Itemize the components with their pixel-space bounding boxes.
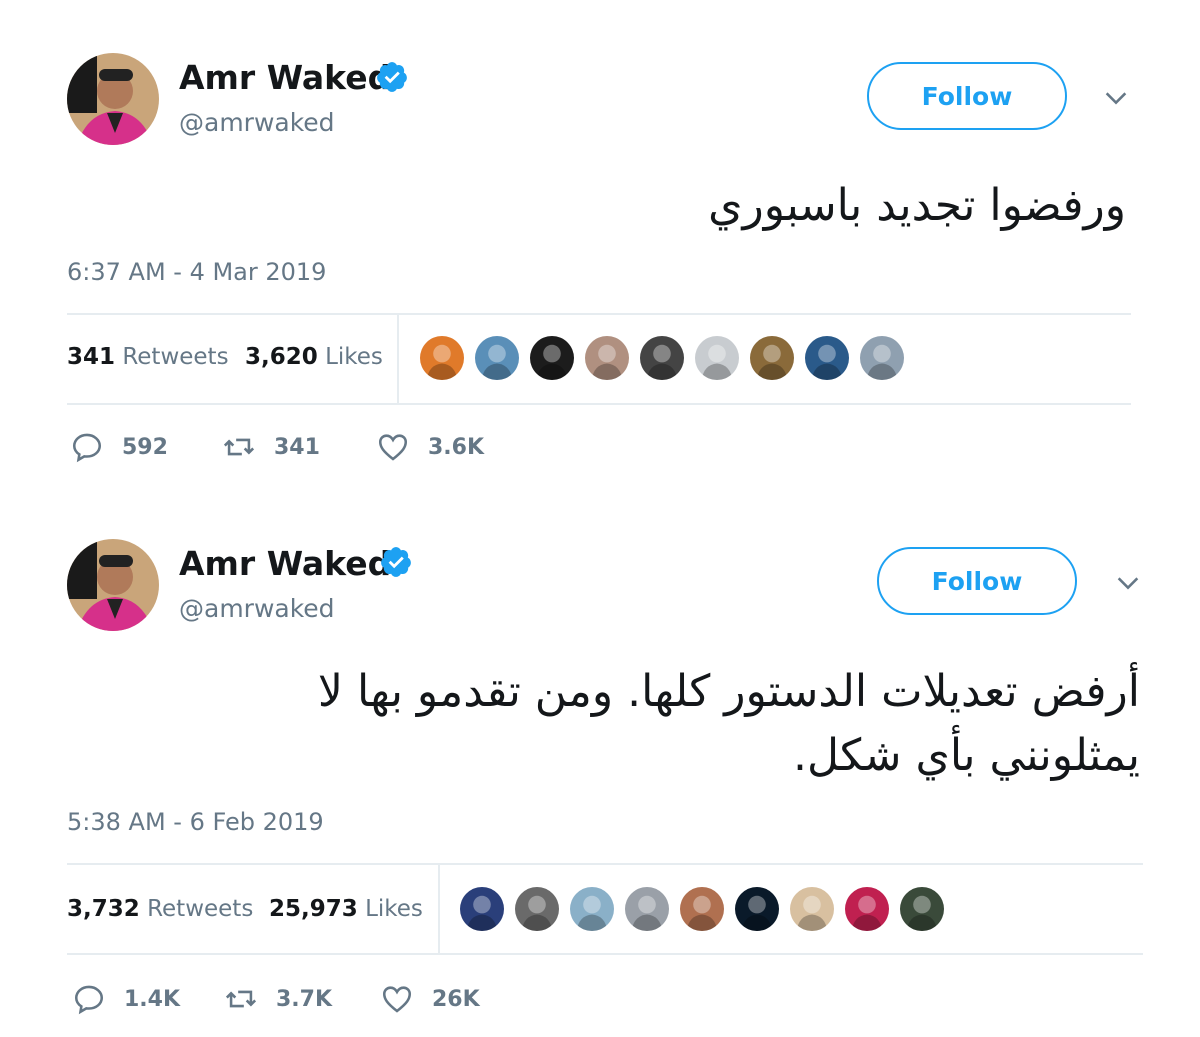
stats-separator — [397, 315, 399, 403]
liker-avatar[interactable] — [898, 885, 946, 933]
reply-action[interactable]: 592 — [70, 430, 168, 464]
likes-label: Likes — [365, 896, 423, 922]
likes-count: 25,973 — [269, 896, 358, 922]
retweets-stat[interactable]: 341 Retweets — [67, 344, 229, 370]
reply-count: 592 — [122, 434, 168, 460]
retweets-count: 3,732 — [67, 896, 140, 922]
liker-avatar[interactable] — [733, 885, 781, 933]
divider — [67, 403, 1131, 405]
retweet-count: 341 — [274, 434, 320, 460]
liker-avatar[interactable] — [623, 885, 671, 933]
liker-avatar[interactable] — [528, 334, 576, 382]
liker-avatar[interactable] — [418, 334, 466, 382]
like-count: 26K — [432, 986, 480, 1012]
liker-avatars — [458, 885, 953, 933]
verified-badge-icon — [381, 547, 411, 577]
liker-avatar[interactable] — [678, 885, 726, 933]
heart-icon — [378, 434, 408, 461]
liker-avatars — [418, 334, 913, 382]
retweet-count: 3.7K — [276, 986, 333, 1012]
like-action[interactable]: 3.6K — [376, 430, 484, 464]
retweet-icon — [223, 438, 255, 456]
liker-avatar[interactable] — [788, 885, 836, 933]
divider — [67, 863, 1143, 865]
liker-avatar[interactable] — [843, 885, 891, 933]
retweet-action[interactable]: 341 — [222, 430, 320, 464]
likes-stat[interactable]: 3,620 Likes — [245, 344, 383, 370]
retweets-label: Retweets — [147, 896, 254, 922]
reply-icon — [74, 985, 104, 1015]
tweet-timestamp[interactable]: 6:37 AM - 4 Mar 2019 — [67, 258, 326, 286]
author-name[interactable]: Amr Waked — [179, 544, 391, 583]
like-count: 3.6K — [428, 434, 485, 460]
author-handle[interactable]: @amrwaked — [179, 108, 335, 137]
liker-avatar[interactable] — [568, 885, 616, 933]
likes-count: 3,620 — [245, 344, 318, 370]
likes-label: Likes — [325, 344, 383, 370]
author-avatar[interactable] — [67, 539, 159, 631]
retweet-action[interactable]: 3.7K — [224, 982, 332, 1016]
reply-count: 1.4K — [124, 986, 181, 1012]
liker-avatar[interactable] — [693, 334, 741, 382]
retweet-icon — [225, 990, 257, 1008]
liker-avatar[interactable] — [473, 334, 521, 382]
liker-avatar[interactable] — [803, 334, 851, 382]
tweet-text: ورفضوا تجديد باسبوري — [708, 180, 1126, 231]
stats-separator — [438, 865, 440, 953]
divider — [67, 313, 1131, 315]
verified-badge-icon — [377, 62, 407, 92]
divider — [67, 953, 1143, 955]
likes-stat[interactable]: 25,973 Likes — [269, 896, 423, 922]
chevron-down-icon[interactable] — [1114, 569, 1142, 597]
author-name[interactable]: Amr Waked — [179, 58, 391, 97]
liker-avatar[interactable] — [748, 334, 796, 382]
chevron-down-icon[interactable] — [1102, 84, 1130, 112]
retweets-label: Retweets — [122, 344, 229, 370]
tweet-text-line-2: يمثلونني بأي شكل. — [793, 730, 1140, 781]
liker-avatar[interactable] — [458, 885, 506, 933]
author-avatar[interactable] — [67, 53, 159, 145]
tweet-text-line-1: أرفض تعديلات الدستور كلها. ومن تقدمو بها… — [317, 666, 1140, 717]
reply-action[interactable]: 1.4K — [72, 982, 180, 1016]
author-handle[interactable]: @amrwaked — [179, 594, 335, 623]
follow-button[interactable]: Follow — [867, 62, 1067, 130]
reply-icon — [72, 433, 102, 463]
retweets-stat[interactable]: 3,732 Retweets — [67, 896, 253, 922]
retweets-count: 341 — [67, 344, 116, 370]
follow-button[interactable]: Follow — [877, 547, 1077, 615]
liker-avatar[interactable] — [583, 334, 631, 382]
liker-avatar[interactable] — [858, 334, 906, 382]
tweet-timestamp[interactable]: 5:38 AM - 6 Feb 2019 — [67, 808, 324, 836]
liker-avatar[interactable] — [638, 334, 686, 382]
heart-icon — [382, 986, 412, 1013]
liker-avatar[interactable] — [513, 885, 561, 933]
like-action[interactable]: 26K — [380, 982, 480, 1016]
